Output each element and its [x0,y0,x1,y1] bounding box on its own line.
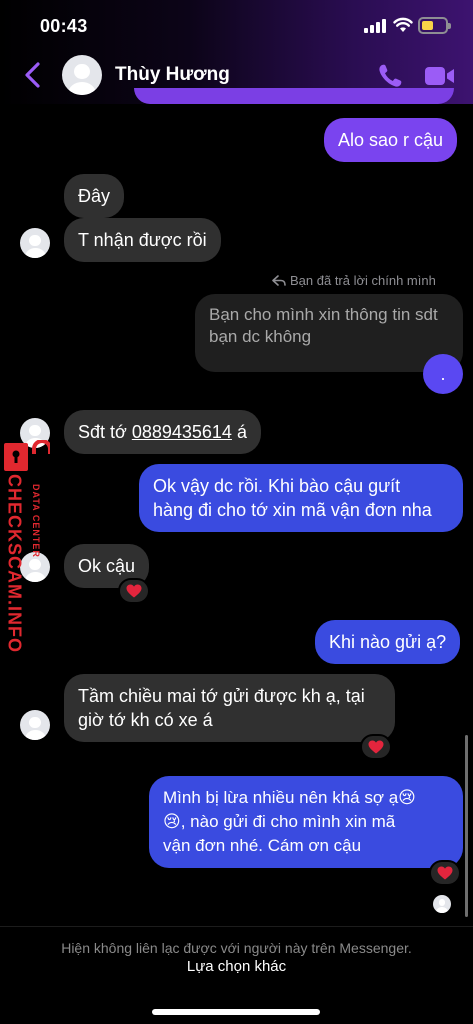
message-text: Sđt tớ [78,422,132,442]
sender-avatar [20,228,50,258]
incoming-message-phone[interactable]: Sđt tớ 0889435614 á [64,410,261,454]
outgoing-message[interactable]: Ok vậy dc rồi. Khi bào cậu gưít hàng đi … [139,464,463,532]
incoming-message[interactable]: Tầm chiều mai tớ gửi được kh ạ, tại giờ … [64,674,395,742]
unavailable-notice: Hiện không liên lạc được với người này t… [61,940,412,956]
heart-reaction[interactable] [360,734,392,760]
outgoing-message[interactable]: Alo sao r cậu [324,118,458,162]
back-chevron-icon[interactable] [22,62,44,88]
divider [0,926,473,927]
heart-icon [437,866,453,880]
message-line: vận đơn nhé. Cám ơn cậu [163,836,362,855]
incoming-message[interactable]: Đây [64,174,125,218]
message-line: 😢, nào gửi đi cho mình xin mã [163,812,396,831]
heart-icon [126,584,142,598]
phone-number-link[interactable]: 0889435614 [132,422,232,442]
message-line: giờ tớ kh có xe á [78,710,213,730]
outgoing-message[interactable]: Khi nào gửi ạ? [315,620,461,664]
scrollbar[interactable] [465,735,468,917]
quoted-message[interactable]: Bạn cho mình xin thông tin sdt bạn dc kh… [195,294,463,372]
incoming-message[interactable]: T nhận được rồi [64,218,221,262]
battery-icon [418,17,451,34]
contact-name[interactable]: Thùy Hương [115,64,230,86]
heart-reaction[interactable] [429,860,461,886]
message-line: Ok vậy dc rồi. Khi bào cậu gưít [153,476,401,496]
seen-receipt-avatar [433,895,451,913]
heart-reaction[interactable] [118,578,150,604]
outgoing-message[interactable]: Mình bị lừa nhiều nên khá sợ ạ😢 😢, nào g… [149,776,463,868]
message-line: Mình bị lừa nhiều nên khá sợ ạ😢 [163,788,416,807]
other-options-button[interactable]: Lựa chọn khác [0,958,473,975]
home-indicator [152,1009,320,1015]
video-call-icon[interactable] [424,64,456,88]
reply-label: Bạn đã trả lời chính mình [290,273,436,288]
sender-avatar [20,710,50,740]
message-text: á [231,422,247,442]
phone-call-icon[interactable] [376,62,404,90]
reply-arrow-icon [272,275,286,286]
heart-icon [368,740,384,754]
contact-avatar[interactable] [62,55,102,95]
padlock-watermark-icon [4,440,50,471]
watermark-brand: CHECKSCAM.INFO [4,474,25,653]
message-line: Tầm chiều mai tớ gửi được kh ạ, tại [78,686,365,706]
previous-message-bubble-edge [134,88,454,104]
watermark-subtitle: DATA CENTER [31,484,41,558]
wifi-icon [393,17,413,32]
message-line: hàng đi cho tớ xin mã vận đơn nha [153,500,432,520]
outgoing-reply-message[interactable]: . [423,354,463,394]
signal-icon [364,19,386,33]
status-time: 00:43 [40,16,88,36]
